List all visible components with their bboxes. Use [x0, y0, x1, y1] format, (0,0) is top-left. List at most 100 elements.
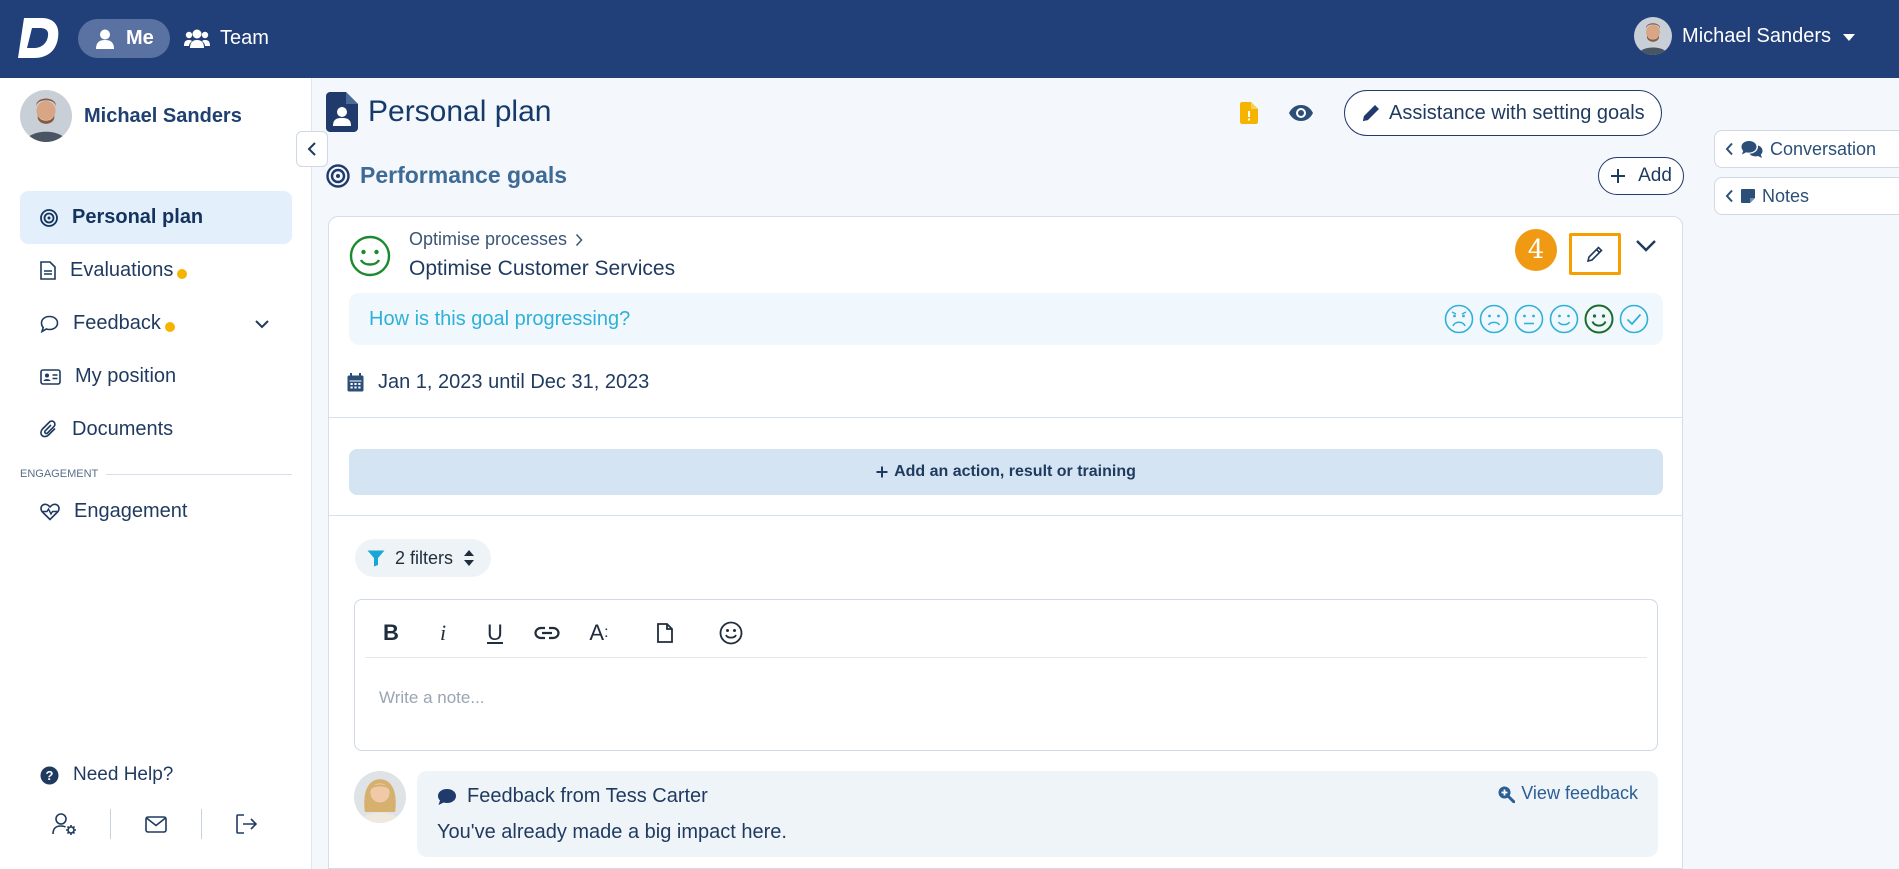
document-icon: [40, 261, 56, 280]
mood-selector: [1444, 304, 1649, 334]
nav-me-label: Me: [126, 27, 154, 49]
users-icon: [184, 29, 210, 48]
nav-me-tab[interactable]: Me: [78, 19, 170, 58]
goal-date-range: Jan 1, 2023 until Dec 31, 2023: [347, 371, 649, 394]
add-label: Add: [1638, 165, 1672, 186]
app-logo[interactable]: [18, 16, 60, 60]
target-icon: [326, 163, 350, 188]
neutral-face-icon[interactable]: [1514, 304, 1544, 334]
help-link[interactable]: ? Need Help?: [40, 764, 173, 786]
add-action-button[interactable]: Add an action, result or training: [349, 449, 1663, 495]
goal-category[interactable]: Optimise processes: [409, 229, 583, 250]
section-title-text: Performance goals: [360, 162, 568, 188]
nav-team-label: Team: [220, 27, 269, 49]
very-sad-face-icon[interactable]: [1444, 304, 1474, 334]
link-icon: [534, 626, 560, 639]
user-icon: [96, 29, 114, 49]
sidebar-item-my-position[interactable]: My position: [20, 350, 292, 403]
notes-panel-tab[interactable]: Notes: [1714, 177, 1899, 215]
goal-title: Optimise Customer Services: [409, 257, 676, 280]
very-happy-face-icon[interactable]: [1584, 304, 1614, 334]
edit-goal-button[interactable]: [1569, 233, 1621, 275]
feedback-title: Feedback from Tess Carter: [437, 785, 708, 808]
conversation-panel-tab[interactable]: Conversation: [1714, 130, 1899, 168]
pencil-icon: [1363, 105, 1379, 121]
notification-dot: [164, 321, 175, 332]
sidebar-section-engagement: ENGAGEMENT: [20, 468, 292, 480]
chevron-right-icon: [576, 233, 583, 246]
divider: [106, 473, 292, 475]
target-icon: [40, 208, 58, 227]
sidebar-item-label: Feedback: [73, 312, 161, 334]
avatar: [354, 771, 406, 823]
avatar: [20, 90, 72, 142]
text-size-button[interactable]: A:: [573, 611, 625, 655]
check-circle-icon[interactable]: [1619, 304, 1649, 334]
sidebar-item-engagement[interactable]: Engagement: [20, 485, 292, 538]
progress-question: How is this goal progressing?: [369, 308, 631, 330]
logout-icon: [236, 814, 258, 834]
personal-plan-icon: [326, 92, 358, 132]
messages-button[interactable]: [111, 808, 201, 840]
link-button[interactable]: [521, 611, 573, 655]
note-input[interactable]: Write a note...: [379, 688, 485, 708]
sidebar-item-feedback[interactable]: Feedback: [20, 297, 292, 350]
page-title-text: Personal plan: [368, 95, 552, 128]
view-feedback-link[interactable]: View feedback: [1497, 783, 1638, 804]
feedback-entry: Feedback from Tess Carter View feedback …: [417, 771, 1658, 857]
pencil-icon: [1586, 246, 1603, 263]
sidebar-item-evaluations[interactable]: Evaluations: [20, 244, 292, 297]
svg-text:?: ?: [46, 768, 54, 783]
section-title: Performance goals: [326, 162, 567, 189]
profile-settings-button[interactable]: [20, 808, 110, 840]
envelope-icon: [145, 815, 167, 833]
underline-button[interactable]: U: [469, 611, 521, 655]
italic-button[interactable]: i: [417, 611, 469, 655]
filters-dropdown[interactable]: 2 filters: [355, 539, 492, 577]
sad-face-icon[interactable]: [1479, 304, 1509, 334]
zoom-in-icon: [1498, 786, 1516, 803]
step-badge: 4: [1515, 229, 1557, 271]
user-menu[interactable]: Michael Sanders: [1634, 16, 1855, 56]
sidebar: Michael Sanders Personal plan Evaluation…: [0, 78, 312, 869]
emoji-button[interactable]: [705, 611, 757, 655]
chevron-down-icon[interactable]: [254, 319, 270, 329]
attach-file-button[interactable]: [639, 611, 691, 655]
sidebar-user-name: Michael Sanders: [84, 104, 242, 127]
divider: [329, 417, 1682, 418]
heart-pulse-icon: [40, 502, 60, 521]
logout-button[interactable]: [202, 808, 292, 840]
sidebar-item-documents[interactable]: Documents: [20, 403, 292, 456]
paperclip-icon: [40, 420, 56, 438]
add-goal-button[interactable]: Add: [1598, 157, 1684, 195]
calendar-icon: [347, 373, 364, 392]
sidebar-profile[interactable]: Michael Sanders: [20, 90, 242, 142]
assistance-button[interactable]: Assistance with setting goals: [1344, 90, 1662, 136]
caret-down-icon: [1843, 33, 1855, 41]
happy-face-icon[interactable]: [1549, 304, 1579, 334]
sidebar-item-personal-plan[interactable]: Personal plan: [20, 191, 292, 244]
notification-dot: [177, 268, 188, 279]
view-feedback-label: View feedback: [1521, 783, 1638, 803]
question-circle-icon: ?: [40, 766, 59, 784]
filter-icon: [367, 550, 385, 566]
chevron-down-icon[interactable]: [1635, 239, 1657, 253]
eye-icon[interactable]: [1288, 104, 1314, 122]
collapse-sidebar-button[interactable]: [296, 131, 328, 167]
plus-icon: [876, 466, 888, 478]
user-name: Michael Sanders: [1682, 24, 1831, 47]
date-range-text: Jan 1, 2023 until Dec 31, 2023: [378, 371, 650, 393]
goal-progress-row: How is this goal progressing?: [349, 293, 1663, 345]
sidebar-item-label: My position: [75, 365, 177, 387]
bold-button[interactable]: B: [365, 611, 417, 655]
top-bar: Me Team Michael Sanders: [0, 0, 1899, 78]
header-actions: Assistance with setting goals: [1240, 90, 1662, 136]
comment-icon: [438, 788, 456, 805]
sort-icon: [464, 550, 475, 566]
help-label: Need Help?: [73, 764, 174, 785]
feedback-title-text: Feedback from Tess Carter: [467, 785, 708, 807]
file-icon: [657, 622, 673, 643]
nav-team-tab[interactable]: Team: [184, 19, 269, 58]
section-label: ENGAGEMENT: [20, 468, 99, 480]
file-alert-icon[interactable]: [1240, 102, 1258, 124]
